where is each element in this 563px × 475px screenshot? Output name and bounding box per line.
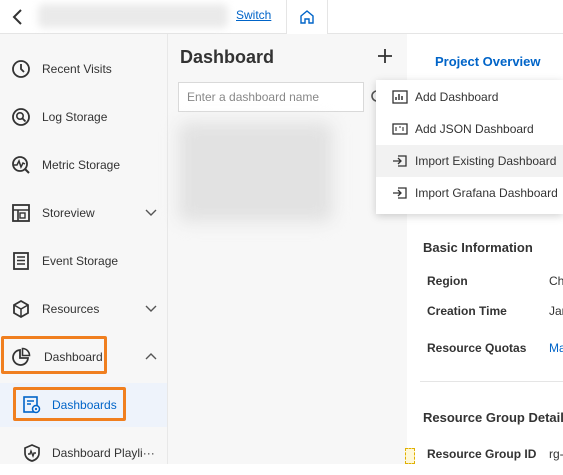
menu-item-label: Add Dashboard [415, 90, 499, 104]
region-value: Ch [549, 274, 563, 288]
sidebar-item-storeview[interactable]: Storeview [0, 191, 167, 235]
creation-time-value: Jar [549, 304, 563, 318]
add-dashboard-menu: Add Dashboard Add JSON Dashboard Import … [376, 80, 563, 214]
sidebar-item-event-storage[interactable]: Event Storage [0, 239, 167, 283]
sidebar-item-label: Recent Visits [42, 62, 112, 76]
menu-item-label: Import Grafana Dashboard [415, 186, 558, 200]
json-icon [392, 123, 408, 135]
cube-icon [13, 299, 29, 319]
sidebar-item-label: Storeview [42, 206, 95, 220]
sidebar-item-log-storage[interactable]: Log Storage [0, 95, 167, 139]
resource-quotas-link[interactable]: Ma [549, 341, 563, 355]
chart-icon [392, 90, 408, 104]
home-icon [300, 10, 314, 24]
chevron-down-icon[interactable] [144, 207, 158, 219]
highlight-box-dashboard [1, 336, 107, 374]
home-tab[interactable] [286, 0, 328, 34]
top-bar: Switch [0, 0, 563, 34]
divider [420, 381, 563, 382]
metric-icon [12, 156, 30, 174]
creation-time-label: Creation Time [427, 304, 507, 318]
switch-link[interactable]: Switch [236, 8, 271, 22]
clock-icon [12, 60, 30, 78]
sidebar-subitem-label: Dashboard Playli··· [52, 446, 155, 460]
menu-item-add-dashboard[interactable]: Add Dashboard [376, 81, 563, 113]
resource-quotas-label: Resource Quotas [427, 341, 527, 355]
page-title: Dashboard [180, 47, 275, 67]
sidebar-item-label: Log Storage [42, 110, 108, 124]
sidebar-item-label: Event Storage [42, 254, 119, 268]
sidebar-item-recent-visits[interactable]: Recent Visits [0, 47, 167, 91]
resource-group-title: Resource Group Detail [423, 410, 563, 425]
import-icon [393, 187, 407, 199]
playlist-shield-icon [24, 444, 40, 462]
event-storage-icon [13, 252, 29, 270]
menu-item-import-existing-dashboard[interactable]: Import Existing Dashboard [376, 145, 563, 177]
menu-item-label: Import Existing Dashboard [415, 154, 557, 168]
chevron-down-icon[interactable] [144, 303, 158, 315]
blurred-dashboard-list [178, 122, 333, 222]
sidebar-item-resources[interactable]: Resources [0, 287, 167, 331]
sidebar-item-metric-storage[interactable]: Metric Storage [0, 143, 167, 187]
add-plus-icon[interactable] [372, 45, 398, 67]
project-overview-tab[interactable]: Project Overview [435, 54, 541, 69]
sidebar-item-label: Resources [42, 302, 100, 316]
search-box [178, 82, 364, 112]
resource-group-id-label: Resource Group ID [427, 447, 537, 461]
region-label: Region [427, 274, 468, 288]
basic-information-title: Basic Information [423, 240, 533, 255]
sidebar-item-label: Metric Storage [42, 158, 121, 172]
log-search-icon [12, 108, 30, 126]
menu-item-import-grafana-dashboard[interactable]: Import Grafana Dashboard [376, 177, 563, 209]
sidebar-subitem-dashboard-playlists[interactable]: Dashboard Playli··· [0, 431, 167, 475]
menu-item-label: Add JSON Dashboard [415, 122, 534, 136]
blurred-project-name [38, 4, 228, 28]
import-icon [393, 155, 407, 167]
resource-group-id-value: rg- [549, 447, 563, 461]
search-input[interactable] [179, 83, 359, 111]
chevron-up-icon[interactable] [144, 351, 158, 363]
storeview-icon [12, 204, 30, 222]
highlight-box-dashboards [13, 387, 126, 421]
menu-item-add-json-dashboard[interactable]: Add JSON Dashboard [376, 113, 563, 145]
back-arrow-icon[interactable] [8, 7, 28, 27]
scroll-handle[interactable] [405, 448, 415, 464]
